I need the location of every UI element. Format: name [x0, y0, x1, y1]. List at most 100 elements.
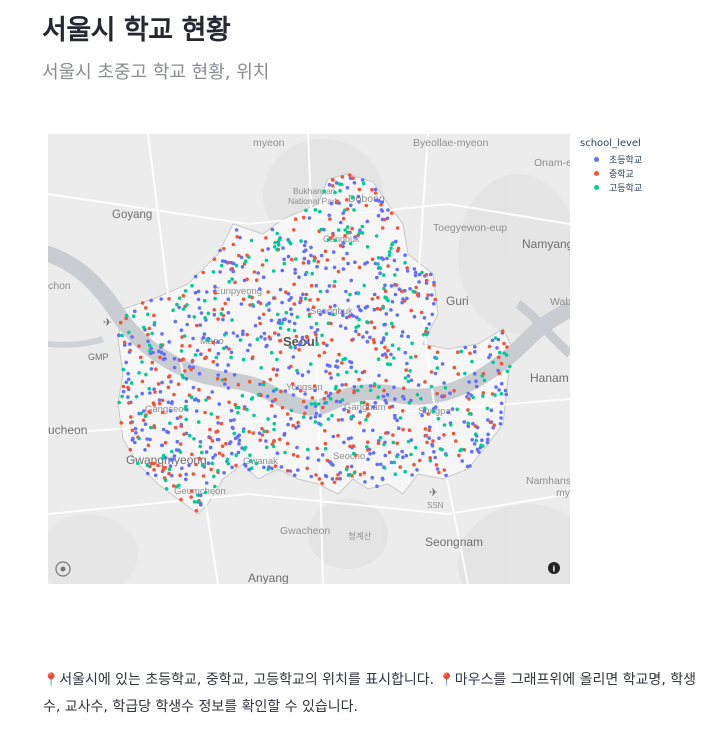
- school-point[interactable]: [189, 367, 193, 372]
- school-point[interactable]: [171, 457, 175, 462]
- school-point[interactable]: [391, 440, 396, 445]
- school-point[interactable]: [348, 472, 352, 477]
- school-map[interactable]: myeon Byeollae-myeon Onam-e Goyang Bukha…: [48, 134, 570, 584]
- school-point[interactable]: [232, 373, 237, 377]
- school-point[interactable]: [145, 463, 150, 468]
- school-point[interactable]: [442, 468, 447, 472]
- school-point[interactable]: [376, 441, 381, 446]
- school-point[interactable]: [175, 439, 180, 444]
- school-point[interactable]: [184, 477, 188, 482]
- school-point[interactable]: [229, 408, 234, 413]
- school-point[interactable]: [137, 371, 141, 375]
- school-point[interactable]: [346, 298, 350, 303]
- school-point[interactable]: [324, 474, 329, 479]
- school-point[interactable]: [326, 417, 331, 421]
- school-point[interactable]: [435, 366, 440, 370]
- school-point[interactable]: [261, 312, 266, 317]
- school-point[interactable]: [368, 335, 372, 340]
- school-point[interactable]: [287, 328, 291, 332]
- school-point[interactable]: [309, 325, 314, 330]
- school-point[interactable]: [425, 332, 429, 337]
- school-point[interactable]: [184, 472, 188, 477]
- school-point[interactable]: [216, 373, 220, 377]
- school-point[interactable]: [228, 440, 233, 444]
- school-point[interactable]: [303, 411, 307, 416]
- school-point[interactable]: [292, 302, 297, 306]
- school-point[interactable]: [184, 377, 189, 381]
- school-point[interactable]: [313, 420, 318, 424]
- school-point[interactable]: [219, 263, 224, 268]
- school-point[interactable]: [384, 378, 388, 383]
- school-point[interactable]: [333, 190, 337, 195]
- school-point[interactable]: [252, 413, 256, 418]
- school-point[interactable]: [390, 300, 395, 304]
- school-point[interactable]: [174, 484, 179, 489]
- school-point[interactable]: [331, 434, 336, 439]
- school-point[interactable]: [416, 383, 421, 387]
- school-point[interactable]: [354, 325, 359, 330]
- school-point[interactable]: [153, 473, 158, 478]
- school-point[interactable]: [435, 467, 440, 471]
- school-point[interactable]: [497, 350, 502, 355]
- school-point[interactable]: [325, 458, 330, 463]
- school-point[interactable]: [327, 213, 332, 218]
- school-point[interactable]: [473, 350, 477, 354]
- school-point[interactable]: [222, 333, 227, 337]
- school-point[interactable]: [203, 356, 207, 361]
- school-point[interactable]: [328, 217, 332, 221]
- school-point[interactable]: [363, 480, 367, 484]
- school-point[interactable]: [336, 372, 340, 377]
- school-point[interactable]: [187, 463, 191, 468]
- school-point[interactable]: [446, 410, 451, 415]
- school-point[interactable]: [258, 438, 262, 443]
- school-point[interactable]: [241, 429, 246, 434]
- school-point[interactable]: [414, 285, 419, 290]
- school-point[interactable]: [381, 306, 385, 310]
- school-point[interactable]: [382, 217, 387, 222]
- school-point[interactable]: [213, 484, 217, 489]
- school-point[interactable]: [264, 344, 268, 349]
- school-point[interactable]: [459, 349, 464, 354]
- school-point[interactable]: [401, 455, 405, 460]
- school-point[interactable]: [196, 289, 201, 294]
- school-point[interactable]: [229, 418, 233, 423]
- school-point[interactable]: [341, 313, 345, 318]
- school-point[interactable]: [504, 392, 509, 397]
- school-point[interactable]: [219, 421, 224, 426]
- school-point[interactable]: [140, 360, 144, 364]
- school-point[interactable]: [474, 379, 478, 383]
- school-point[interactable]: [226, 260, 231, 265]
- school-point[interactable]: [350, 338, 354, 342]
- school-point[interactable]: [171, 484, 176, 488]
- school-point[interactable]: [393, 413, 397, 418]
- school-point[interactable]: [217, 451, 222, 456]
- school-point[interactable]: [140, 301, 145, 305]
- school-point[interactable]: [289, 345, 293, 349]
- school-point[interactable]: [126, 371, 130, 376]
- school-point[interactable]: [322, 396, 327, 401]
- school-point[interactable]: [216, 468, 220, 473]
- school-point[interactable]: [413, 270, 418, 275]
- school-point[interactable]: [401, 394, 405, 399]
- school-point[interactable]: [365, 304, 370, 309]
- school-point[interactable]: [191, 336, 195, 341]
- school-point[interactable]: [319, 253, 324, 258]
- school-point[interactable]: [177, 296, 182, 300]
- school-point[interactable]: [306, 261, 311, 265]
- school-point[interactable]: [402, 299, 407, 303]
- school-point[interactable]: [365, 440, 370, 445]
- school-point[interactable]: [435, 391, 439, 396]
- school-point[interactable]: [348, 292, 352, 297]
- school-point[interactable]: [421, 451, 425, 456]
- school-point[interactable]: [320, 333, 324, 338]
- school-point[interactable]: [356, 194, 361, 199]
- school-point[interactable]: [297, 275, 301, 279]
- school-point[interactable]: [293, 345, 297, 350]
- school-point[interactable]: [184, 417, 188, 422]
- school-point[interactable]: [139, 411, 143, 416]
- school-point[interactable]: [370, 475, 375, 480]
- school-point[interactable]: [235, 435, 240, 439]
- school-point[interactable]: [259, 366, 263, 370]
- school-point[interactable]: [121, 389, 126, 394]
- school-point[interactable]: [414, 354, 418, 359]
